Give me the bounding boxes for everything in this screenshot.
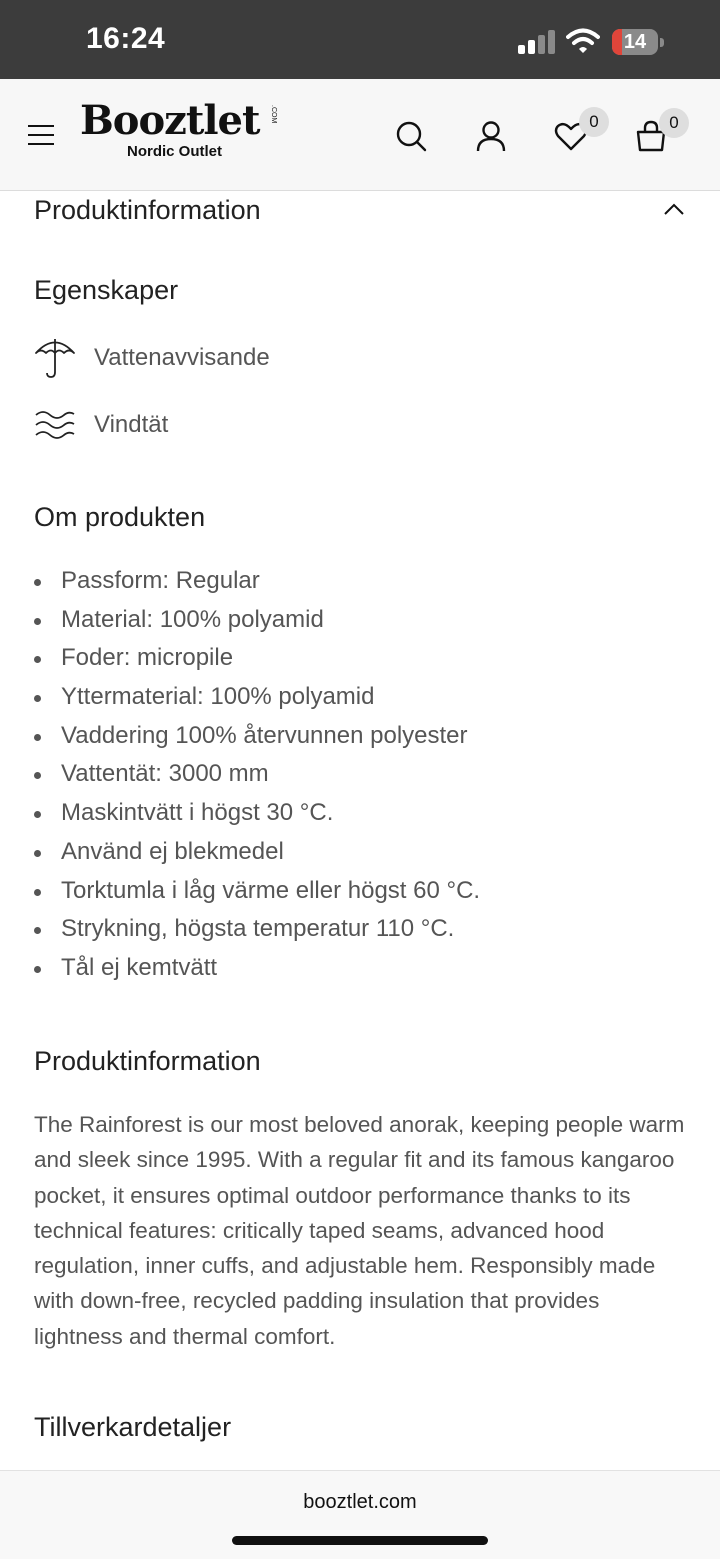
browser-address-bar[interactable]: booztlet.com bbox=[0, 1470, 720, 1559]
list-item: Yttermaterial: 100% polyamid bbox=[34, 678, 674, 717]
signal-icon bbox=[518, 30, 555, 54]
battery-level: 14 bbox=[623, 31, 647, 53]
accordion-title: Produktinformation bbox=[34, 195, 261, 225]
list-item: Använd ej blekmedel bbox=[34, 833, 674, 872]
wishlist-count-badge: 0 bbox=[579, 107, 609, 137]
feature-label: Vattenavvisande bbox=[94, 344, 270, 371]
manufacturing-heading: Tillverkardetaljer bbox=[34, 1412, 232, 1442]
site-logo[interactable]: Booztlet .COM Nordic Outlet bbox=[80, 97, 280, 167]
features-heading: Egenskaper bbox=[34, 275, 179, 305]
home-indicator[interactable] bbox=[232, 1536, 488, 1545]
list-item: Tål ej kemtvätt bbox=[34, 949, 674, 988]
status-bar: 16:24 14 bbox=[0, 0, 720, 79]
site-header: Booztlet .COM Nordic Outlet 0 0 bbox=[0, 79, 720, 191]
list-item: Passform: Regular bbox=[34, 562, 674, 601]
about-heading: Om produkten bbox=[34, 502, 206, 532]
cart-count-badge: 0 bbox=[659, 108, 689, 138]
chevron-up-icon bbox=[664, 203, 684, 215]
search-icon[interactable] bbox=[394, 119, 428, 153]
product-facts-list: Passform: Regular Material: 100% polyami… bbox=[34, 562, 674, 988]
list-item: Strykning, högsta temperatur 110 °C. bbox=[34, 910, 674, 949]
logo-brand: Booztlet bbox=[80, 97, 260, 144]
battery-icon: 14 bbox=[612, 29, 664, 55]
logo-suffix: .COM bbox=[270, 105, 277, 124]
wifi-icon bbox=[566, 28, 600, 53]
user-icon[interactable] bbox=[474, 119, 508, 153]
product-info-heading: Produktinformation bbox=[34, 1046, 261, 1076]
list-item: Vattentät: 3000 mm bbox=[34, 755, 674, 794]
list-item: Torktumla i låg värme eller högst 60 °C. bbox=[34, 872, 674, 911]
menu-icon[interactable] bbox=[28, 125, 54, 145]
umbrella-icon bbox=[35, 339, 75, 378]
logo-tagline: Nordic Outlet bbox=[127, 143, 223, 160]
status-time: 16:24 bbox=[86, 22, 166, 55]
list-item: Foder: micropile bbox=[34, 639, 674, 678]
produktinformation-accordion[interactable]: Produktinformation bbox=[34, 195, 686, 235]
url-text[interactable]: booztlet.com bbox=[0, 1491, 720, 1514]
list-item: Vaddering 100% återvunnen polyester bbox=[34, 717, 674, 756]
wind-icon bbox=[35, 411, 75, 439]
feature-label: Vindtät bbox=[94, 411, 169, 438]
list-item: Material: 100% polyamid bbox=[34, 601, 674, 640]
product-description: The Rainforest is our most beloved anora… bbox=[34, 1112, 685, 1349]
list-item: Maskintvätt i högst 30 °C. bbox=[34, 794, 674, 833]
